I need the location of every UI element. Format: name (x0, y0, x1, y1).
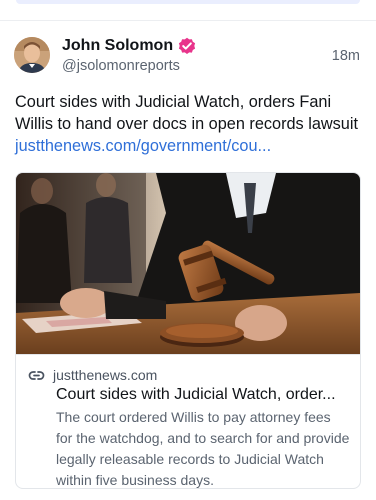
post-timestamp[interactable]: 18m (332, 48, 360, 64)
post-link[interactable]: justthenews.com/government/cou... (15, 137, 271, 155)
author-handle[interactable]: @jsolomonreports (62, 58, 180, 74)
link-domain-row: justthenews.com (28, 365, 157, 385)
link-title[interactable]: Court sides with Judicial Watch, order..… (56, 384, 352, 406)
previous-card-edge (16, 0, 360, 4)
link-domain: justthenews.com (53, 367, 158, 383)
link-preview-card[interactable]: justthenews.com Court sides with Judicia… (15, 172, 361, 489)
post[interactable]: John Solomon @jsolomonreports 18m Court … (0, 21, 376, 500)
link-preview-image[interactable] (16, 173, 360, 354)
author-row[interactable]: John Solomon (62, 35, 196, 57)
post-text: Court sides with Judicial Watch, orders … (15, 93, 358, 133)
link-description: The court ordered Willis to pay attorney… (56, 409, 350, 488)
verified-badge-icon (178, 37, 196, 55)
link-icon (28, 367, 45, 384)
post-body: Court sides with Judicial Watch, orders … (15, 91, 361, 157)
avatar-photo (14, 37, 50, 73)
author-name[interactable]: John Solomon (62, 37, 173, 55)
link-preview-meta[interactable]: justthenews.com Court sides with Judicia… (16, 354, 360, 488)
previous-post-edge (0, 0, 376, 20)
avatar[interactable] (14, 37, 50, 73)
